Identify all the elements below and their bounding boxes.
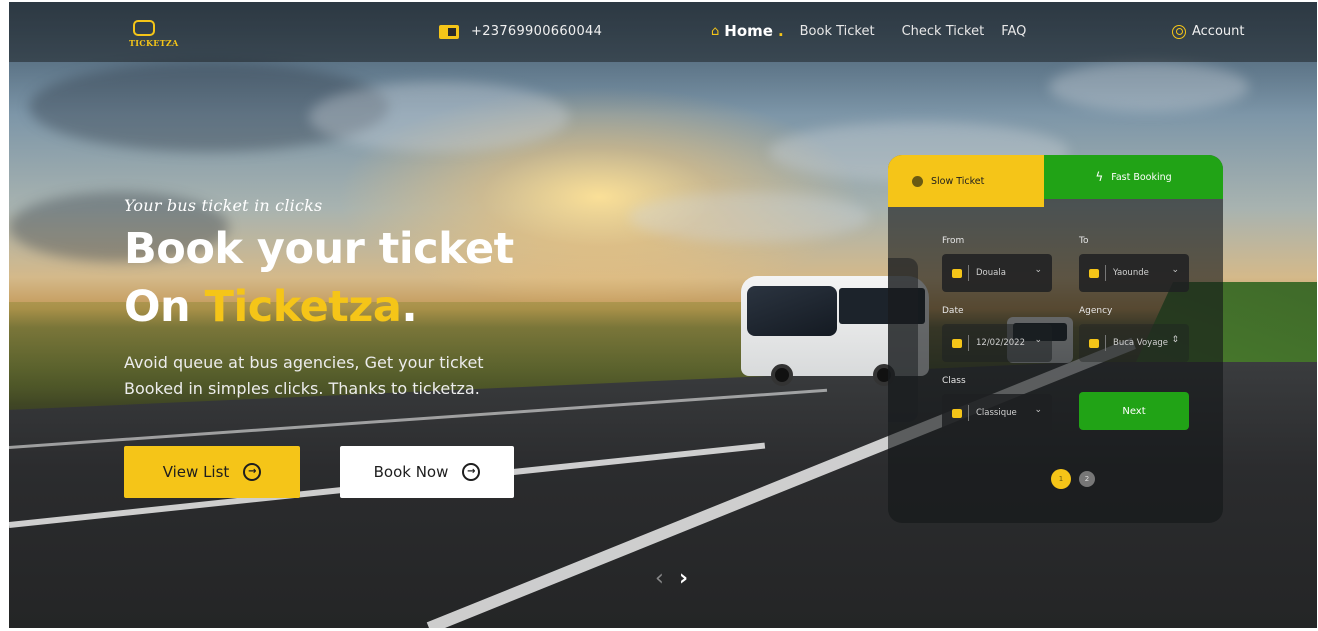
class-value: Classique — [976, 408, 1017, 418]
view-list-button[interactable]: View List → — [124, 446, 300, 498]
from-label: From — [942, 236, 965, 246]
main-nav: ⌂ Home. Book Ticket Check Ticket FAQ — [711, 22, 1026, 40]
cloud — [629, 192, 869, 242]
agency-value: Buca Voyage — [1113, 338, 1169, 348]
chevron-down-icon: ⌄ — [1171, 265, 1179, 275]
bus-icon — [952, 268, 962, 278]
lightning-icon: ϟ — [1095, 170, 1104, 184]
arrow-right-circle-icon: → — [243, 463, 262, 481]
tab-fast-label: Fast Booking — [1111, 171, 1172, 183]
booking-panel: Slow Ticket ϟ Fast Booking From Douala ⌄… — [888, 155, 1223, 523]
step-dot-2[interactable]: 2 — [1079, 471, 1095, 487]
to-select[interactable]: Yaounde ⌄ — [1079, 254, 1189, 292]
class-label: Class — [942, 376, 966, 386]
top-navbar: TICKETZA +23769900660044 ⌂ Home. Book Ti… — [9, 2, 1317, 62]
slider-prev-chevron-icon[interactable]: ‹ — [655, 566, 664, 591]
slider-next-chevron-icon[interactable]: › — [679, 566, 688, 591]
hero-description: Avoid queue at bus agencies, Get your ti… — [124, 350, 604, 402]
hero-title-line1: Book your ticket — [124, 224, 514, 274]
phone-contact[interactable]: +23769900660044 — [439, 24, 602, 39]
account-label: Account — [1192, 24, 1245, 39]
cloud — [309, 82, 569, 152]
chevron-down-icon: ⌄ — [1034, 335, 1042, 345]
hero-title-dot: . — [401, 282, 418, 332]
hero-desc-line1: Avoid queue at bus agencies, Get your ti… — [124, 353, 484, 372]
home-icon: ⌂ — [711, 23, 720, 39]
tab-fast-booking[interactable]: ϟ Fast Booking — [1044, 155, 1223, 199]
chevron-down-icon: ⌄ — [1034, 405, 1042, 415]
account-link[interactable]: Account — [1172, 24, 1245, 39]
chevron-down-icon: ⌄ — [1034, 265, 1042, 275]
bus-logo-icon — [133, 20, 155, 36]
book-now-label: Book Now — [373, 463, 449, 481]
nav-book-ticket[interactable]: Book Ticket — [800, 24, 875, 39]
agency-select[interactable]: Buca Voyage ⇕ — [1079, 324, 1189, 362]
ticket-icon — [952, 408, 962, 418]
class-select[interactable]: Classique ⌄ — [942, 394, 1052, 432]
nav-check-ticket[interactable]: Check Ticket — [902, 24, 985, 39]
nav-faq[interactable]: FAQ — [1001, 24, 1026, 39]
hero-title-on: On — [124, 282, 205, 332]
next-button[interactable]: Next — [1079, 392, 1189, 430]
tab-slow-label: Slow Ticket — [931, 175, 985, 187]
from-value: Douala — [976, 268, 1006, 278]
bus-icon — [1089, 268, 1099, 278]
hero-title-brand: Ticketza — [204, 282, 402, 332]
to-value: Yaounde — [1113, 268, 1149, 278]
hero-desc-line2: Booked in simples clicks. Thanks to tick… — [124, 379, 480, 398]
cloud — [1049, 62, 1249, 112]
nav-home[interactable]: ⌂ Home. — [711, 22, 784, 40]
date-label: Date — [942, 306, 964, 316]
hero-tagline: Your bus ticket in clicks — [124, 196, 323, 215]
phone-book-icon — [439, 24, 459, 39]
nav-home-dot: . — [777, 22, 784, 40]
hero-title-line2: On Ticketza. — [124, 282, 418, 332]
date-select[interactable]: 12/02/2022 ⌄ — [942, 324, 1052, 362]
calendar-icon — [952, 338, 962, 348]
logo-text: TICKETZA — [129, 38, 179, 48]
view-list-label: View List — [162, 463, 230, 481]
date-value: 12/02/2022 — [976, 338, 1025, 348]
arrow-right-circle-icon: → — [462, 463, 481, 481]
book-now-button[interactable]: Book Now → — [340, 446, 514, 498]
agency-label: Agency — [1079, 306, 1113, 316]
clock-icon — [912, 175, 923, 187]
from-select[interactable]: Douala ⌄ — [942, 254, 1052, 292]
agency-icon — [1089, 338, 1099, 348]
nav-home-label: Home — [724, 22, 773, 40]
updown-icon: ⇕ — [1171, 335, 1179, 345]
to-label: To — [1079, 236, 1089, 246]
step-dot-1[interactable]: 1 — [1051, 469, 1071, 489]
tab-slow-ticket[interactable]: Slow Ticket — [888, 155, 1044, 207]
ticketza-logo[interactable]: TICKETZA — [127, 18, 183, 50]
phone-number: +23769900660044 — [471, 24, 603, 39]
user-circle-icon — [1172, 24, 1186, 39]
